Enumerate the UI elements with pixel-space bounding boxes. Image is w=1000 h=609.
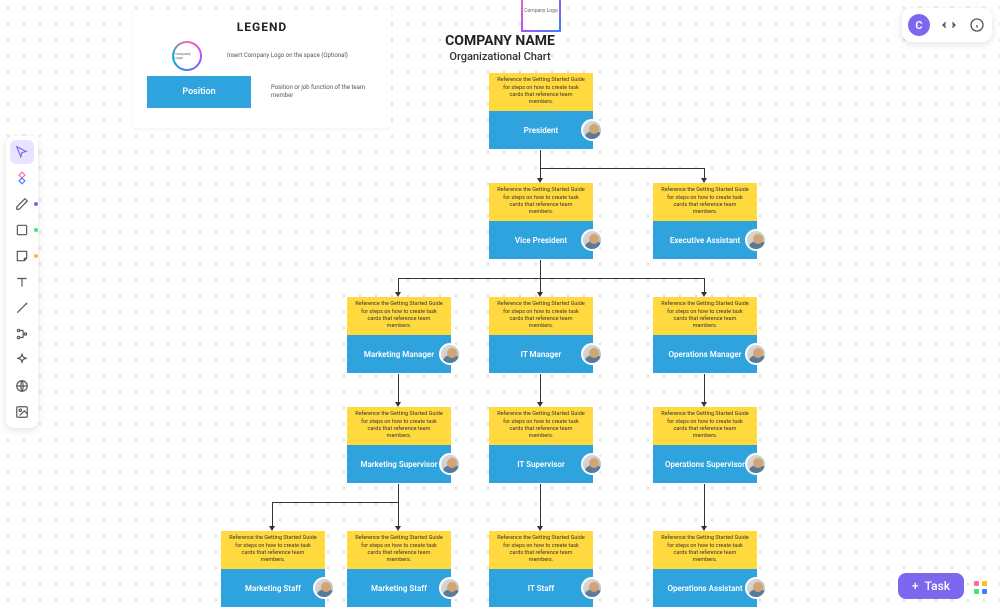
card-title: Vice President (515, 236, 567, 245)
left-toolbar (6, 136, 38, 428)
legend-title: LEGEND (147, 20, 377, 34)
card-title: President (524, 126, 558, 135)
card-desc: Reference the Getting Started Guide for … (653, 297, 757, 335)
avatar-icon (581, 453, 603, 475)
card-title: Operations Manager (668, 350, 741, 359)
card-title: IT Manager (521, 350, 562, 359)
sticky-note-tool[interactable] (10, 244, 34, 268)
connector (398, 374, 399, 404)
pen-tool[interactable] (10, 192, 34, 216)
card-desc: Reference the Getting Started Guide for … (347, 407, 451, 445)
connector-tool[interactable] (10, 322, 34, 346)
card-desc: Reference the Getting Started Guide for … (347, 531, 451, 569)
legend-position-desc: Position or job function of the team mem… (271, 84, 377, 100)
plus-icon: + (912, 579, 919, 593)
legend-logo-desc: Insert Company Logo on the space (Option… (227, 52, 377, 60)
web-tool[interactable] (10, 374, 34, 398)
image-tool[interactable] (10, 400, 34, 424)
user-avatar[interactable]: C (908, 14, 930, 36)
avatar-icon (439, 577, 461, 599)
line-tool[interactable] (10, 296, 34, 320)
card-title: IT Staff (528, 584, 554, 593)
avatar-icon (745, 453, 767, 475)
avatar-icon (581, 229, 603, 251)
card-desc: Reference the Getting Started Guide for … (489, 407, 593, 445)
connector (398, 502, 399, 528)
canvas: Company Logo COMPANY NAME Organizational… (0, 0, 1000, 609)
fit-icon[interactable] (940, 16, 958, 34)
card-desc: Reference the Getting Started Guide for … (489, 183, 593, 221)
legend-position-sample: Position (147, 76, 251, 108)
legend-logo-icon: Company Logo (173, 42, 201, 70)
connector (540, 150, 541, 168)
connector (272, 502, 273, 528)
card-operations-supervisor[interactable]: Reference the Getting Started Guide for … (653, 407, 757, 483)
connector (398, 278, 705, 279)
company-logo: Company Logo (521, 0, 561, 32)
connector (272, 502, 399, 503)
card-vice-president[interactable]: Reference the Getting Started Guide for … (489, 183, 593, 259)
task-label: Task (925, 579, 950, 593)
card-it-supervisor[interactable]: Reference the Getting Started Guide for … (489, 407, 593, 483)
card-desc: Reference the Getting Started Guide for … (347, 297, 451, 335)
card-desc: Reference the Getting Started Guide for … (489, 531, 593, 569)
avatar-icon (745, 577, 767, 599)
connector (704, 374, 705, 404)
text-tool[interactable] (10, 270, 34, 294)
card-desc: Reference the Getting Started Guide for … (489, 73, 593, 111)
card-president[interactable]: Reference the Getting Started Guide for … (489, 73, 593, 149)
avatar-icon (581, 343, 603, 365)
connector (540, 168, 705, 169)
card-marketing-staff-2[interactable]: Reference the Getting Started Guide for … (347, 531, 451, 607)
card-it-manager[interactable]: Reference the Getting Started Guide for … (489, 297, 593, 373)
connector (540, 374, 541, 404)
card-desc: Reference the Getting Started Guide for … (653, 531, 757, 569)
avatar-icon (439, 453, 461, 475)
legend-panel[interactable]: LEGEND Company Logo Insert Company Logo … (133, 10, 391, 128)
cursor-tool[interactable] (10, 140, 34, 164)
card-operations-assistant[interactable]: Reference the Getting Started Guide for … (653, 531, 757, 607)
card-title: IT Supervisor (517, 460, 565, 469)
card-executive-assistant[interactable]: Reference the Getting Started Guide for … (653, 183, 757, 259)
card-desc: Reference the Getting Started Guide for … (653, 407, 757, 445)
card-title: Operations Assistant (667, 584, 742, 593)
shape-tool[interactable] (10, 166, 34, 190)
avatar-icon (745, 343, 767, 365)
card-marketing-staff-1[interactable]: Reference the Getting Started Guide for … (221, 531, 325, 607)
connector (540, 484, 541, 528)
connector (540, 260, 541, 278)
card-title: Marketing Supervisor (360, 460, 437, 469)
card-desc: Reference the Getting Started Guide for … (489, 297, 593, 335)
card-marketing-manager[interactable]: Reference the Getting Started Guide for … (347, 297, 451, 373)
card-it-staff[interactable]: Reference the Getting Started Guide for … (489, 531, 593, 607)
apps-button[interactable] (970, 577, 992, 599)
card-title: Operations Supervisor (665, 460, 745, 469)
card-operations-manager[interactable]: Reference the Getting Started Guide for … (653, 297, 757, 373)
card-title: Executive Assistant (670, 236, 740, 245)
connector (704, 484, 705, 528)
info-icon[interactable] (968, 16, 986, 34)
card-title: Marketing Staff (245, 584, 301, 593)
card-title: Marketing Staff (371, 584, 427, 593)
avatar-icon (581, 577, 603, 599)
top-right-controls: C (902, 8, 992, 42)
ai-tool[interactable] (10, 348, 34, 372)
connector (398, 484, 399, 502)
card-marketing-supervisor[interactable]: Reference the Getting Started Guide for … (347, 407, 451, 483)
card-desc: Reference the Getting Started Guide for … (653, 183, 757, 221)
rectangle-tool[interactable] (10, 218, 34, 242)
avatar-icon (439, 343, 461, 365)
card-title: Marketing Manager (364, 350, 434, 359)
task-button[interactable]: + Task (898, 573, 964, 599)
avatar-icon (581, 119, 603, 141)
card-desc: Reference the Getting Started Guide for … (221, 531, 325, 569)
avatar-icon (745, 229, 767, 251)
avatar-icon (313, 577, 335, 599)
